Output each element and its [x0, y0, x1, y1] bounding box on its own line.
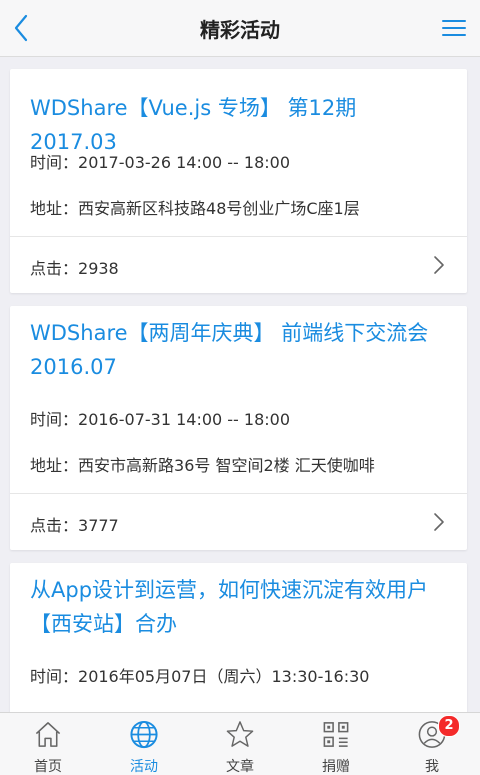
- globe-icon: [130, 720, 158, 749]
- hamburger-menu-icon: [442, 20, 466, 36]
- tab-label: 捐赠: [322, 759, 350, 775]
- chevron-right-icon: [434, 256, 444, 274]
- event-time: 时间：2016-07-31 14:00 -- 18:00: [30, 406, 447, 430]
- nav-header: 精彩活动: [0, 0, 480, 57]
- tab-label: 文章: [226, 759, 254, 775]
- event-title[interactable]: WDShare【两周年庆典】 前端线下交流会 2016.07: [30, 316, 447, 384]
- event-card[interactable]: WDShare【两周年庆典】 前端线下交流会 2016.07 时间：2016-0…: [10, 306, 467, 550]
- event-list: WDShare【Vue.js 专场】 第12期 2017.03 时间：2017-…: [0, 57, 480, 712]
- time-value: 2016-07-31 14:00 -- 18:00: [78, 410, 291, 429]
- page-title: 精彩活动: [200, 17, 280, 42]
- home-icon: [35, 722, 61, 747]
- time-value: 2016年05月07日（周六）13:30-16:30: [78, 667, 370, 686]
- notification-badge: 2: [438, 715, 460, 737]
- back-button[interactable]: [6, 12, 36, 44]
- chevron-left-icon: [14, 14, 28, 42]
- tab-donate[interactable]: 捐赠: [288, 713, 384, 775]
- click-count: 点击：2938: [30, 259, 119, 278]
- address-label: 地址：: [30, 456, 79, 475]
- event-footer-link[interactable]: 点击：2938: [10, 237, 467, 293]
- event-card[interactable]: WDShare【Vue.js 专场】 第12期 2017.03 时间：2017-…: [10, 69, 467, 293]
- star-icon: [226, 721, 254, 747]
- address-value: 西安市高新路36号 智空间2楼 汇天使咖啡: [78, 456, 375, 475]
- tab-home[interactable]: 首页: [0, 713, 96, 775]
- chevron-right-icon: [434, 513, 444, 531]
- time-label: 时间：: [30, 410, 79, 429]
- event-title-line: 【西安站】合办: [30, 612, 177, 636]
- tab-label: 活动: [130, 759, 158, 775]
- event-footer-link[interactable]: 点击：3777: [10, 494, 467, 550]
- qrcode-icon: [323, 722, 349, 747]
- time-value: 2017-03-26 14:00 -- 18:00: [78, 153, 291, 172]
- event-card[interactable]: 从App设计到运营，如何快速沉淀有效用户 【西安站】合办 时间：2016年05月…: [10, 563, 467, 712]
- event-title[interactable]: 从App设计到运营，如何快速沉淀有效用户 【西安站】合办: [30, 573, 447, 641]
- address-value: 西安高新区科技路48号创业广场C座1层: [78, 199, 360, 218]
- tab-label: 首页: [34, 759, 62, 775]
- address-label: 地址：: [30, 199, 79, 218]
- event-title-line: WDShare【两周年庆典】 前端线下交流会: [30, 321, 429, 345]
- event-title-line: 2016.07: [30, 355, 117, 379]
- tab-activity[interactable]: 活动: [96, 713, 192, 775]
- event-address: 地址：西安市高新路36号 智空间2楼 汇天使咖啡: [30, 452, 447, 476]
- tab-label: 我: [425, 759, 439, 775]
- time-label: 时间：: [30, 153, 79, 172]
- event-address: 地址：西安高新区科技路48号创业广场C座1层: [30, 195, 447, 219]
- click-count: 点击：3777: [30, 516, 119, 535]
- app-root: 精彩活动 WDShare【Vue.js 专场】 第12期 2017.03 时间：…: [0, 0, 480, 775]
- tab-me[interactable]: 我 2: [384, 713, 480, 775]
- time-label: 时间：: [30, 667, 79, 686]
- tab-articles[interactable]: 文章: [192, 713, 288, 775]
- event-title-line: 从App设计到运营，如何快速沉淀有效用户: [30, 578, 429, 602]
- event-time: 时间：2017-03-26 14:00 -- 18:00: [30, 149, 447, 173]
- menu-button[interactable]: [440, 14, 468, 42]
- event-time: 时间：2016年05月07日（周六）13:30-16:30: [30, 663, 447, 687]
- tab-bar: 首页 活动 文章 捐赠 我 2: [0, 712, 480, 775]
